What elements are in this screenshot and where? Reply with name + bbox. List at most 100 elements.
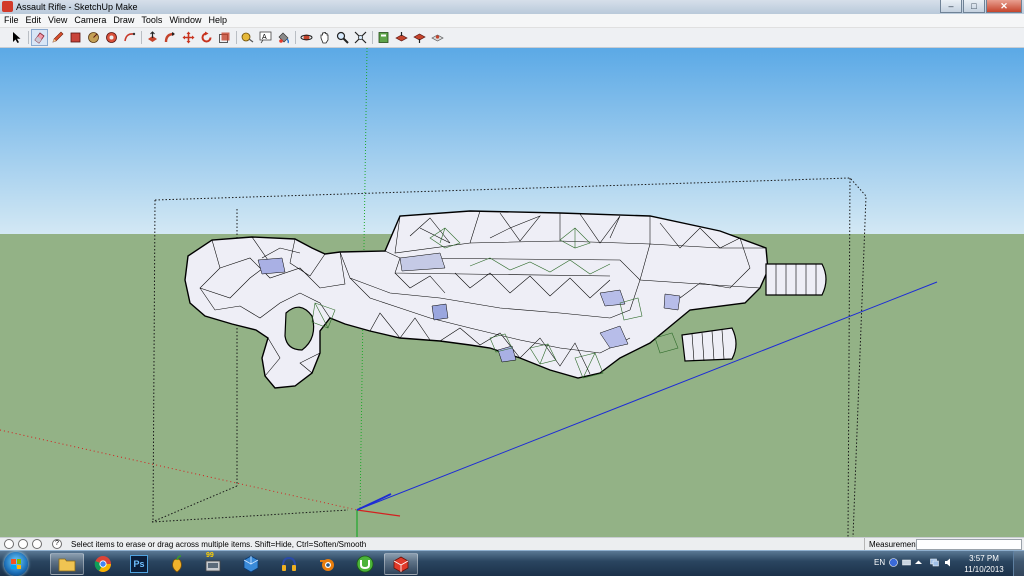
help-icon[interactable]: ? [52, 539, 62, 549]
extension-icon [431, 34, 444, 42]
hardware-badge: 99 [206, 552, 214, 559]
blender-app[interactable] [310, 553, 344, 575]
taskbar-clock[interactable]: 3:57 PM 11/10/2013 [962, 553, 1006, 575]
measurements-input[interactable] [916, 539, 1022, 550]
share-icon [395, 32, 408, 42]
chrome-icon [94, 556, 111, 572]
tape-icon [241, 32, 254, 43]
blender-icon [320, 559, 334, 571]
photoshop-app[interactable]: Ps [122, 553, 156, 575]
toolbar-separator [295, 31, 296, 44]
menu-camera[interactable]: Camera [71, 14, 109, 27]
eraser-icon [34, 32, 45, 44]
explorer-app[interactable] [50, 553, 84, 575]
sketchup-app-icon[interactable] [2, 1, 13, 12]
clock-time: 3:57 PM [969, 554, 999, 563]
utorrent-app[interactable] [348, 553, 382, 575]
hand-icon [320, 32, 329, 44]
line-tool[interactable] [49, 29, 66, 46]
menu-edit[interactable]: Edit [23, 14, 45, 27]
network-icon[interactable] [930, 558, 939, 567]
menu-tools[interactable]: Tools [138, 14, 165, 27]
pan-tool[interactable] [316, 29, 333, 46]
extension-warehouse-tool[interactable] [429, 29, 446, 46]
sketchup-icon [393, 556, 409, 573]
photoshop-icon: Ps [130, 555, 148, 573]
pencil-icon [52, 31, 64, 43]
vmware-app[interactable] [234, 553, 268, 575]
rectangle-tool[interactable] [67, 29, 84, 46]
arrow-icon [13, 32, 21, 43]
headphones-app[interactable] [272, 553, 306, 575]
headphones-icon [282, 556, 296, 571]
fruit-icon [172, 555, 182, 573]
toolbar-separator [141, 31, 142, 44]
polygon-icon [106, 32, 117, 43]
push-pull-icon [148, 31, 157, 42]
arc-tool[interactable] [121, 29, 138, 46]
menu-view[interactable]: View [45, 14, 70, 27]
get-models-tool[interactable] [411, 29, 428, 46]
windows-taskbar: Ps 99 EN 3:57 PM 11/10/2013 [0, 550, 1024, 576]
maximize-button[interactable]: □ [963, 0, 985, 13]
select-tool[interactable] [8, 29, 25, 46]
folder-icon [58, 558, 76, 572]
magnifier-icon [336, 31, 349, 44]
move-tool[interactable] [180, 29, 197, 46]
scale-icon [219, 32, 230, 43]
fl-studio-app[interactable] [160, 553, 194, 575]
menu-help[interactable]: Help [205, 14, 230, 27]
minimize-button[interactable]: – [940, 0, 962, 13]
user-icon[interactable] [32, 539, 42, 549]
chrome-app[interactable] [86, 553, 120, 575]
tray-keyboard-icon[interactable] [902, 558, 911, 567]
rotate-icon [201, 31, 212, 43]
scene-canvas[interactable] [0, 48, 1024, 537]
close-button[interactable]: ✕ [986, 0, 1022, 13]
language-indicator[interactable]: EN [874, 558, 885, 567]
menu-file[interactable]: File [1, 14, 22, 27]
getting-started-toolbar: A [0, 28, 1024, 48]
utorrent-icon [356, 555, 374, 573]
zoom-extents-tool[interactable] [352, 29, 369, 46]
share-model-tool[interactable] [393, 29, 410, 46]
sketchup-app[interactable] [384, 553, 418, 575]
window-controls: – □ ✕ [939, 0, 1022, 13]
help-tray-icon[interactable] [889, 558, 898, 567]
show-desktop-button[interactable] [1013, 551, 1024, 576]
models-icon [413, 33, 426, 43]
menu-window[interactable]: Window [166, 14, 204, 27]
circle-icon [88, 32, 99, 43]
paint-bucket-icon [278, 32, 290, 44]
follow-me-icon [164, 32, 175, 43]
scale-tool[interactable] [216, 29, 233, 46]
warehouse-tool[interactable] [375, 29, 392, 46]
hardware-app[interactable]: 99 [196, 552, 230, 575]
circle-tool[interactable] [85, 29, 102, 46]
show-hidden-icons-icon[interactable] [914, 558, 923, 567]
menu-bar: File Edit View Camera Draw Tools Window … [0, 14, 1024, 28]
toolbar-separator [372, 31, 373, 44]
polygon-tool[interactable] [103, 29, 120, 46]
orbit-icon [300, 34, 313, 41]
model-viewport[interactable] [0, 48, 1024, 537]
orbit-tool[interactable] [298, 29, 315, 46]
zoom-tool[interactable] [334, 29, 351, 46]
start-button[interactable] [4, 552, 28, 576]
tape-measure-tool[interactable] [239, 29, 256, 46]
rotate-tool[interactable] [198, 29, 215, 46]
eraser-tool[interactable] [31, 29, 48, 46]
paint-bucket-tool[interactable] [275, 29, 292, 46]
volume-icon[interactable] [944, 558, 953, 567]
text-tool[interactable]: A [257, 29, 274, 46]
credits-icon[interactable] [18, 539, 28, 549]
push-pull-tool[interactable] [144, 29, 161, 46]
menu-draw[interactable]: Draw [110, 14, 137, 27]
move-icon [182, 31, 195, 44]
sketchup-window: Assault Rifle - SketchUp Make – □ ✕ File… [0, 0, 1024, 576]
window-title: Assault Rifle - SketchUp Make [16, 2, 138, 12]
follow-me-tool[interactable] [162, 29, 179, 46]
cube-icon [243, 555, 259, 573]
clock-date: 11/10/2013 [964, 565, 1004, 574]
geo-location-icon[interactable] [4, 539, 14, 549]
